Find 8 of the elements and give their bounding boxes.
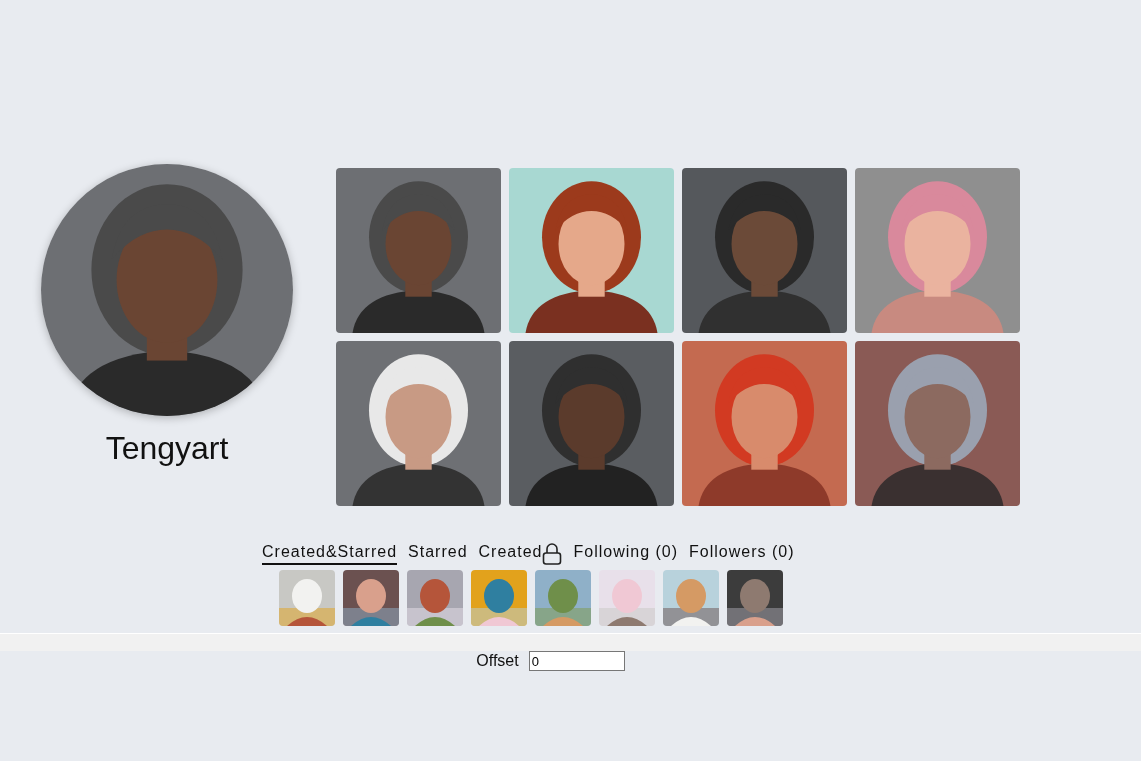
tab[interactable]: Starred [408,543,468,565]
tab[interactable]: Created [478,543,543,565]
tab[interactable]: Created&Starred [262,543,398,565]
tab[interactable]: Following (0) [573,543,679,565]
profile-name: Tengyart [105,430,229,467]
offset-field[interactable]: 0 [528,651,625,671]
offset-label: Offset [476,652,519,670]
tab[interactable]: Followers (0) [689,543,795,565]
